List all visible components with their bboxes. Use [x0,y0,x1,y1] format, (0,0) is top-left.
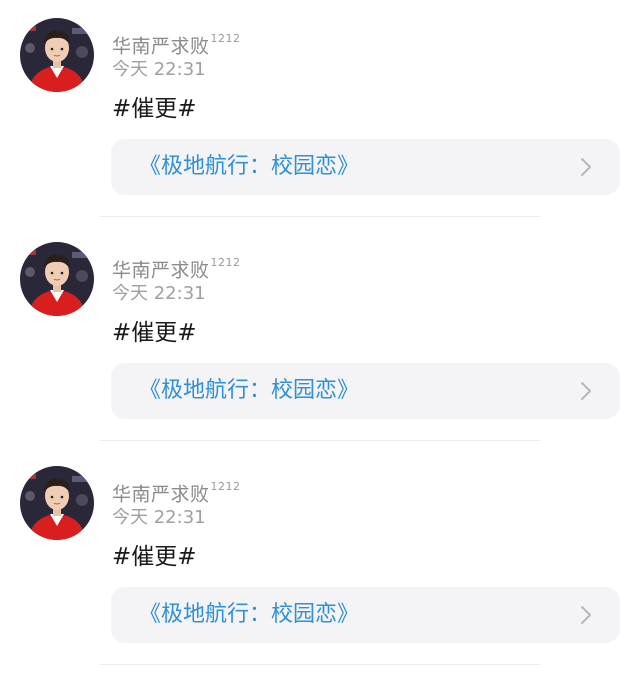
chevron-right-icon [581,382,591,400]
divider [100,664,540,665]
comment-item: 华南严求败1212 今天 22:31 #催更# 《极地航行：校园恋》 [0,0,640,224]
username-text: 华南严求败 [112,35,210,58]
comment-feed: 华南严求败1212 今天 22:31 #催更# 《极地航行：校园恋》 华南严求败… [0,0,640,677]
chevron-right-icon [581,606,591,624]
comment-item: 华南严求败1212 今天 22:31 #催更# 《极地航行：校园恋》 [0,224,640,448]
comment-text: #催更# [112,96,197,122]
username-text: 华南严求败 [112,483,210,506]
divider [100,440,540,441]
topic-link-card[interactable]: 《极地航行：校园恋》 [111,139,620,195]
avatar-image [20,466,94,540]
topic-title: 《极地航行：校园恋》 [139,602,360,627]
timestamp: 今天 22:31 [112,283,206,304]
timestamp: 今天 22:31 [112,507,206,528]
user-badge: 1212 [210,480,241,493]
avatar[interactable] [20,466,94,540]
timestamp: 今天 22:31 [112,59,206,80]
user-badge: 1212 [210,32,241,45]
comment-item: 华南严求败1212 今天 22:31 #催更# 《极地航行：校园恋》 [0,448,640,672]
username-text: 华南严求败 [112,259,210,282]
comment-text: #催更# [112,544,197,570]
topic-link-card[interactable]: 《极地航行：校园恋》 [111,587,620,643]
avatar[interactable] [20,18,94,92]
topic-title: 《极地航行：校园恋》 [139,154,360,179]
avatar-image [20,242,94,316]
user-badge: 1212 [210,256,241,269]
avatar[interactable] [20,242,94,316]
divider [100,216,540,217]
comment-text: #催更# [112,320,197,346]
username[interactable]: 华南严求败1212 [112,478,241,506]
topic-link-card[interactable]: 《极地航行：校园恋》 [111,363,620,419]
topic-title: 《极地航行：校园恋》 [139,378,360,403]
chevron-right-icon [581,158,591,176]
username[interactable]: 华南严求败1212 [112,30,241,58]
username[interactable]: 华南严求败1212 [112,254,241,282]
avatar-image [20,18,94,92]
